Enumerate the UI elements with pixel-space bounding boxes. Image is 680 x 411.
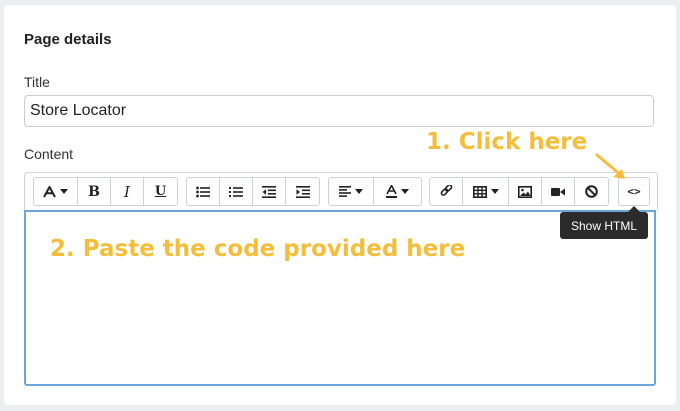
title-input[interactable] xyxy=(24,95,654,127)
paste-code-annotation: 2. Paste the code provided here xyxy=(50,236,466,262)
image-button[interactable] xyxy=(508,177,542,206)
bullet-list-button[interactable] xyxy=(186,177,220,206)
outdent-button[interactable] xyxy=(252,177,286,206)
image-icon xyxy=(518,185,532,198)
chevron-down-icon xyxy=(355,189,363,194)
content-label: Content xyxy=(24,146,74,162)
page-details-card: Page details Title Content B I U xyxy=(4,5,676,405)
link-icon xyxy=(440,185,452,196)
clear-formatting-icon xyxy=(585,185,598,198)
arrow-icon xyxy=(595,153,625,179)
text-color-icon xyxy=(386,185,397,198)
outdent-icon xyxy=(262,185,276,198)
text-style-button[interactable] xyxy=(33,177,78,206)
align-left-icon xyxy=(339,186,351,197)
chevron-down-icon xyxy=(490,189,499,194)
indent-button[interactable] xyxy=(285,177,320,206)
video-icon xyxy=(551,187,565,196)
section-title: Page details xyxy=(24,31,112,48)
underline-button[interactable]: U xyxy=(143,177,178,206)
title-label: Title xyxy=(24,74,50,90)
numbered-list-icon xyxy=(229,186,243,197)
text-style-icon xyxy=(43,185,56,197)
editor-toolbar: B I U <> xyxy=(24,172,658,211)
bold-button[interactable]: B xyxy=(77,177,111,206)
chevron-down-icon xyxy=(401,189,409,194)
align-button[interactable] xyxy=(328,177,374,206)
bullet-list-icon xyxy=(196,186,210,197)
show-html-tooltip: Show HTML xyxy=(560,212,648,239)
chevron-down-icon xyxy=(60,189,68,194)
table-icon xyxy=(472,185,487,198)
link-button[interactable] xyxy=(429,177,463,206)
italic-button[interactable]: I xyxy=(110,177,144,206)
video-button[interactable] xyxy=(541,177,575,206)
table-button[interactable] xyxy=(462,177,509,206)
numbered-list-button[interactable] xyxy=(219,177,253,206)
click-here-annotation: 1. Click here xyxy=(426,129,588,155)
indent-icon xyxy=(295,185,310,198)
text-color-button[interactable] xyxy=(373,177,422,206)
